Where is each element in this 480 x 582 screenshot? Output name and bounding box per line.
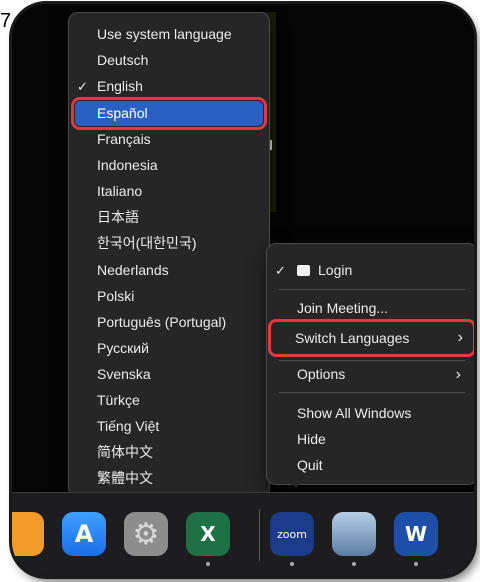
language-item-indonesia[interactable]: Indonesia xyxy=(75,153,263,178)
language-item-system[interactable]: Use system language xyxy=(75,22,263,47)
language-item-svenska[interactable]: Svenska xyxy=(75,362,263,387)
screenshot-frame: Use system language Deutsch ✓ English Esp… xyxy=(12,4,474,576)
menu-item-join-meeting[interactable]: Join Meeting... xyxy=(273,296,471,321)
menu-item-login[interactable]: ✓ Login xyxy=(273,258,471,283)
language-submenu: Use system language Deutsch ✓ English Esp… xyxy=(68,12,270,498)
language-item-traditional-chinese[interactable]: 繁體中文 xyxy=(75,466,263,491)
language-item-espanol[interactable]: Español xyxy=(71,97,267,130)
chevron-right-icon: › xyxy=(455,366,461,383)
menu-pointer-arrow xyxy=(288,480,304,488)
zoom-dock-context-menu: ✓ Login Join Meeting... Switch Languages ›… xyxy=(266,243,474,485)
word-icon[interactable]: W xyxy=(394,512,438,556)
running-indicator-dot xyxy=(290,562,294,566)
dock-divider xyxy=(259,509,260,561)
language-item-vietnamese[interactable]: Tiếng Việt xyxy=(75,414,263,439)
running-indicator-dot xyxy=(414,562,418,566)
zoom-icon[interactable]: zoom xyxy=(270,512,314,556)
menu-separator xyxy=(279,289,465,290)
language-item-japanese[interactable]: 日本語 xyxy=(75,205,263,230)
menu-item-show-all-windows[interactable]: Show All Windows xyxy=(273,401,471,426)
language-item-francais[interactable]: Français xyxy=(75,127,263,152)
book-icon[interactable] xyxy=(12,512,44,556)
window-icon xyxy=(297,265,310,276)
menu-separator xyxy=(279,392,465,393)
checkmark-icon: ✓ xyxy=(77,79,88,94)
preview-icon[interactable] xyxy=(332,512,376,556)
running-indicator-dot xyxy=(206,562,210,566)
language-item-deutsch[interactable]: Deutsch xyxy=(75,48,263,73)
gear-icon[interactable]: ⚙ xyxy=(124,512,168,556)
menu-item-hide[interactable]: Hide xyxy=(273,427,471,452)
checkmark-icon: ✓ xyxy=(275,263,286,278)
app-store-icon[interactable]: A xyxy=(62,512,106,556)
menu-separator xyxy=(279,360,465,361)
excel-icon[interactable]: X xyxy=(186,512,230,556)
chevron-right-icon: › xyxy=(457,329,463,346)
language-item-simplified-chinese[interactable]: 简体中文 xyxy=(75,440,263,465)
language-item-portugues[interactable]: Português (Portugal) xyxy=(75,310,263,335)
language-item-italiano[interactable]: Italiano xyxy=(75,179,263,204)
language-item-nederlands[interactable]: Nederlands xyxy=(75,258,263,283)
menu-item-quit[interactable]: Quit xyxy=(273,453,471,478)
language-item-polski[interactable]: Polski xyxy=(75,284,263,309)
language-item-korean[interactable]: 한국어(대한민국) xyxy=(75,231,263,256)
language-item-russian[interactable]: Русский xyxy=(75,336,263,361)
menu-item-options[interactable]: Options › xyxy=(273,362,471,387)
running-indicator-dot xyxy=(352,562,356,566)
menu-item-switch-languages[interactable]: Switch Languages › xyxy=(268,319,474,357)
language-item-english[interactable]: ✓ English xyxy=(75,74,263,99)
language-item-turkce[interactable]: Türkçe xyxy=(75,388,263,413)
